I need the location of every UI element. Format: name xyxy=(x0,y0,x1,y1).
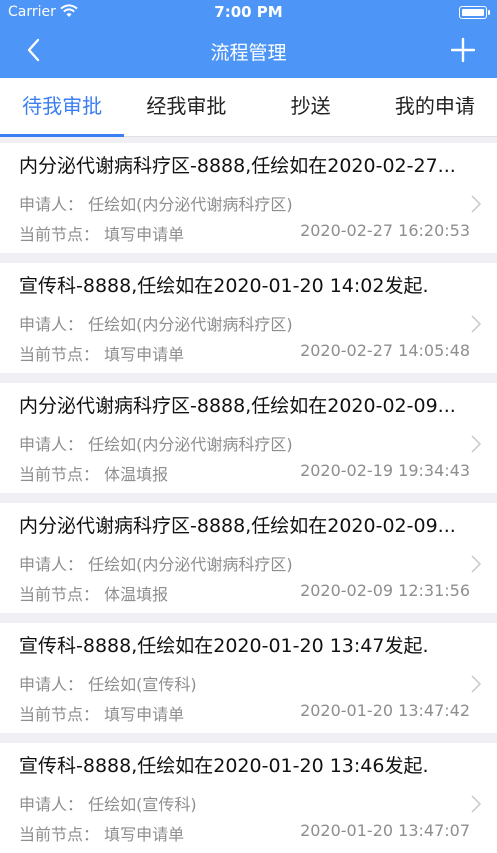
item-title: 内分泌代谢病科疗区-8888,任绘如在2020-02-09... xyxy=(19,515,456,537)
plus-icon[interactable] xyxy=(451,36,475,64)
item-time: 2020-01-20 13:47:07 xyxy=(300,821,470,840)
item-node: 当前节点： 填写申请单 xyxy=(19,705,185,724)
item-applicant: 申请人： 任绘如(内分泌代谢病科疗区) xyxy=(19,555,293,574)
item-title: 宣传科-8888,任绘如在2020-01-20 13:47发起. xyxy=(19,635,429,657)
chevron-right-icon xyxy=(471,315,481,333)
item-node: 当前节点： 填写申请单 xyxy=(19,345,185,364)
item-applicant: 申请人： 任绘如(内分泌代谢病科疗区) xyxy=(19,315,293,334)
item-applicant: 申请人： 任绘如(内分泌代谢病科疗区) xyxy=(19,195,293,214)
item-title: 宣传科-8888,任绘如在2020-01-20 13:46发起. xyxy=(19,755,429,777)
chevron-right-icon xyxy=(471,675,481,693)
chevron-right-icon xyxy=(471,435,481,453)
item-time: 2020-02-27 16:20:53 xyxy=(300,221,470,240)
item-title: 内分泌代谢病科疗区-8888,任绘如在2020-02-27... xyxy=(19,155,456,177)
tab-approved[interactable]: 经我审批 xyxy=(124,78,248,136)
item-node: 当前节点： 体温填报 xyxy=(19,585,169,604)
item-node: 当前节点： 填写申请单 xyxy=(19,825,185,844)
list-item[interactable]: 宣传科-8888,任绘如在2020-01-20 13:46发起. 申请人： 任绘… xyxy=(0,743,497,853)
nav-bar: 流程管理 xyxy=(0,24,497,78)
tab-indicator xyxy=(0,134,124,137)
tab-my-applications[interactable]: 我的申请 xyxy=(373,78,497,136)
app-header: Carrier 7:00 PM 流程管理 xyxy=(0,0,497,78)
tab-pending[interactable]: 待我审批 xyxy=(0,78,124,136)
status-time: 7:00 PM xyxy=(214,3,283,21)
tab-cc[interactable]: 抄送 xyxy=(249,78,373,136)
item-title: 内分泌代谢病科疗区-8888,任绘如在2020-02-09... xyxy=(19,395,456,417)
item-node: 当前节点： 体温填报 xyxy=(19,465,169,484)
list-item[interactable]: 宣传科-8888,任绘如在2020-01-20 14:02发起. 申请人： 任绘… xyxy=(0,263,497,373)
item-applicant: 申请人： 任绘如(宣传科) xyxy=(19,795,197,814)
chevron-right-icon xyxy=(471,795,481,813)
approval-list: 内分泌代谢病科疗区-8888,任绘如在2020-02-27... 申请人： 任绘… xyxy=(0,137,497,853)
item-title: 宣传科-8888,任绘如在2020-01-20 14:02发起. xyxy=(19,275,429,297)
item-time: 2020-02-09 12:31:56 xyxy=(300,581,470,600)
item-time: 2020-02-27 14:05:48 xyxy=(300,341,470,360)
list-item[interactable]: 宣传科-8888,任绘如在2020-01-20 13:47发起. 申请人： 任绘… xyxy=(0,623,497,733)
page-title: 流程管理 xyxy=(210,42,287,64)
item-applicant: 申请人： 任绘如(内分泌代谢病科疗区) xyxy=(19,435,293,454)
status-bar: Carrier 7:00 PM xyxy=(0,0,497,24)
tab-bar: 待我审批 经我审批 抄送 我的申请 xyxy=(0,78,497,137)
item-applicant: 申请人： 任绘如(宣传科) xyxy=(19,675,197,694)
item-time: 2020-01-20 13:47:42 xyxy=(300,701,470,720)
chevron-right-icon xyxy=(471,555,481,573)
chevron-right-icon xyxy=(471,195,481,213)
list-item[interactable]: 内分泌代谢病科疗区-8888,任绘如在2020-02-09... 申请人： 任绘… xyxy=(0,383,497,493)
battery-icon xyxy=(459,6,490,19)
item-time: 2020-02-19 19:34:43 xyxy=(300,461,470,480)
list-item[interactable]: 内分泌代谢病科疗区-8888,任绘如在2020-02-09... 申请人： 任绘… xyxy=(0,503,497,613)
item-node: 当前节点： 填写申请单 xyxy=(19,225,185,244)
list-item[interactable]: 内分泌代谢病科疗区-8888,任绘如在2020-02-27... 申请人： 任绘… xyxy=(0,143,497,253)
